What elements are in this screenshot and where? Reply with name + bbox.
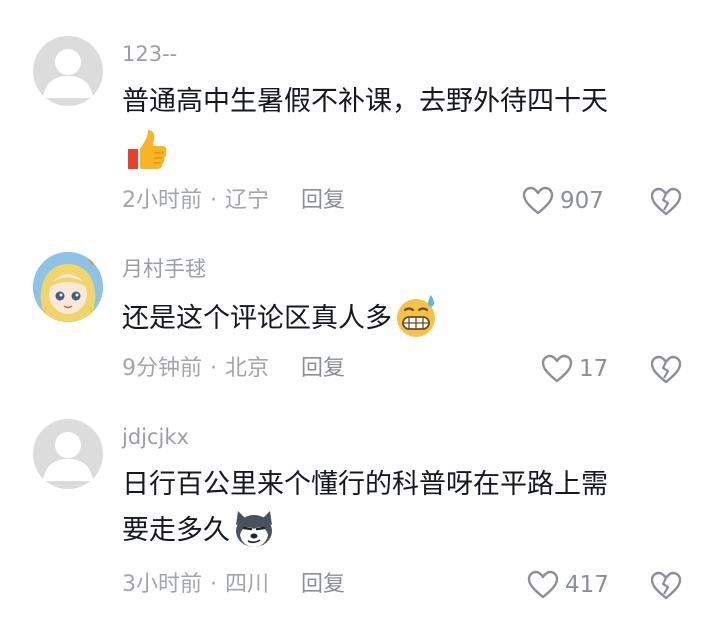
like-button[interactable]: 417	[527, 570, 609, 600]
reply-button[interactable]: 回复	[301, 358, 345, 380]
default-avatar-icon	[43, 432, 93, 481]
username[interactable]: jdjcjkx	[122, 427, 189, 448]
husky-dog-emoji	[236, 510, 272, 547]
reply-button[interactable]: 回复	[301, 190, 345, 212]
like-count: 907	[560, 187, 604, 214]
comment-meta: 9分钟前 · 北京 回复	[122, 358, 345, 380]
like-button[interactable]: 17	[541, 354, 608, 384]
broken-heart-icon[interactable]	[650, 186, 682, 218]
comment-location: 四川	[225, 572, 270, 597]
like-button[interactable]: 907	[522, 186, 604, 216]
username[interactable]: 123--	[122, 44, 177, 65]
comment-location: 北京	[225, 356, 270, 381]
comment-meta: 3小时前 · 四川 回复	[122, 574, 345, 596]
like-count: 17	[579, 355, 609, 382]
comment-text-line: 普通高中生暑假不补课，去野外待四十天	[122, 86, 608, 117]
grimacing-sweat-emoji	[397, 294, 435, 337]
comment-text-line: 还是这个评论区真人多	[122, 303, 392, 334]
reply-button[interactable]: 回复	[301, 574, 345, 596]
broken-heart-icon[interactable]	[650, 570, 682, 602]
user-avatar[interactable]	[33, 36, 103, 106]
comment-item: jdjcjkx 日行百公里来个懂行的科普呀在平路上需 要走多久 3小时前 · 四…	[0, 410, 720, 619]
comment-text: 日行百公里来个懂行的科普呀在平路上需 要走多久	[122, 462, 682, 554]
thumbs-up-emoji	[128, 129, 167, 169]
user-avatar[interactable]	[33, 419, 103, 489]
comment-time: 9分钟前	[122, 356, 202, 381]
user-avatar[interactable]	[33, 252, 103, 322]
heart-outline-icon	[522, 186, 554, 215]
like-count: 417	[565, 571, 609, 598]
comment-item: 月村手毬 还是这个评论区真人多 9分钟前 · 北京 回复 17	[0, 230, 720, 410]
meta-separator: ·	[210, 356, 217, 381]
default-avatar-icon	[43, 49, 93, 98]
heart-outline-icon	[541, 354, 573, 383]
comment-text-line: 日行百公里来个懂行的科普呀在平路上需	[122, 469, 608, 500]
comment-text: 还是这个评论区真人多	[122, 294, 682, 342]
comment-text-line: 要走多久	[122, 515, 230, 546]
username[interactable]: 月村手毬	[122, 259, 206, 280]
comment-item: 123-- 普通高中生暑假不补课，去野外待四十天 2小时前 · 辽宁 回复 90…	[0, 0, 720, 230]
broken-heart-icon[interactable]	[650, 354, 682, 386]
comment-time: 3小时前	[122, 572, 202, 597]
heart-outline-icon	[527, 570, 559, 599]
comment-location: 辽宁	[225, 188, 270, 213]
anime-girl-avatar-icon	[33, 252, 103, 322]
comment-text: 普通高中生暑假不补课，去野外待四十天	[122, 79, 682, 171]
comment-time: 2小时前	[122, 188, 202, 213]
meta-separator: ·	[210, 188, 217, 213]
meta-separator: ·	[210, 572, 217, 597]
comment-meta: 2小时前 · 辽宁 回复	[122, 190, 345, 212]
